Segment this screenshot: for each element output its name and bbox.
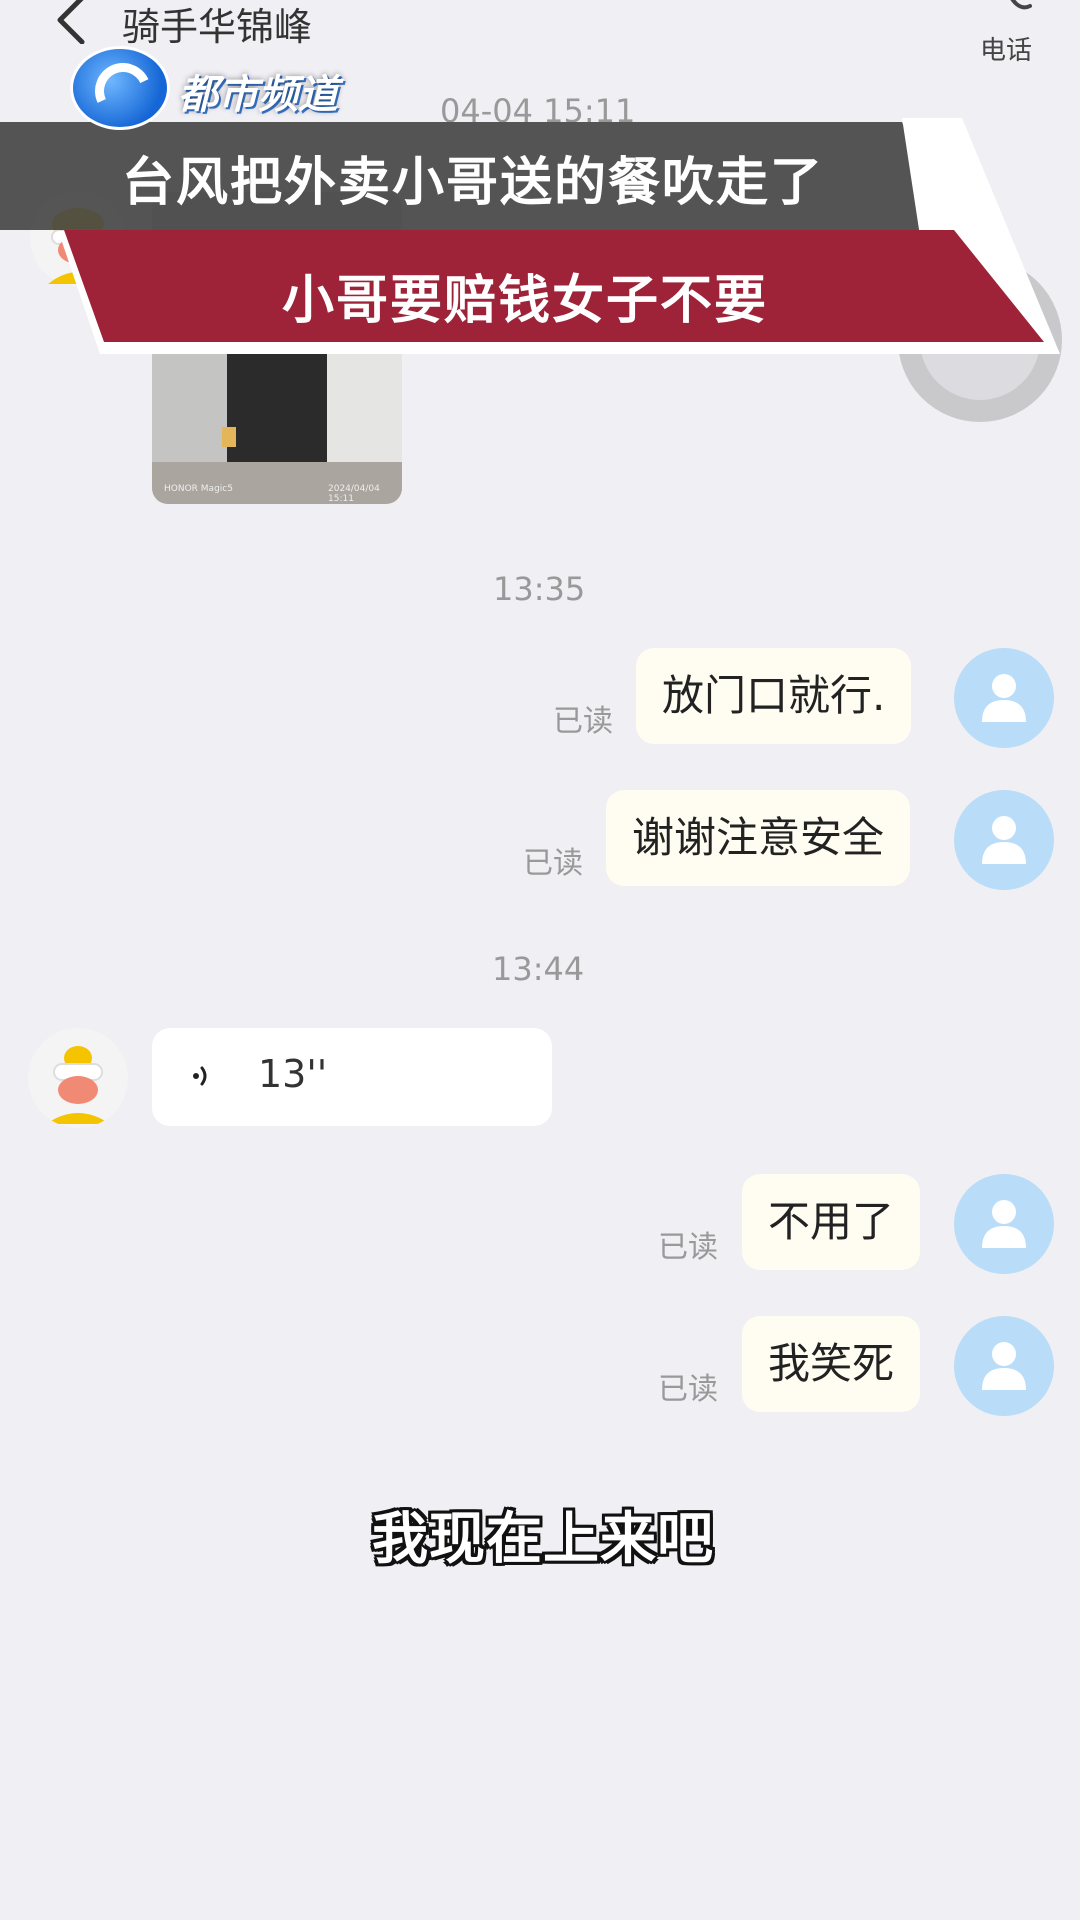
contact-name: 骑手华锦峰 — [122, 5, 313, 49]
person-icon — [982, 1342, 1026, 1390]
my-avatar[interactable] — [954, 1316, 1054, 1416]
voice-duration: 13'' — [258, 1052, 328, 1096]
video-subtitle: 我现在上来吧 — [372, 1507, 714, 1572]
photo-watermark-time: 2024/04/04 15:11 — [328, 484, 380, 504]
chevron-left-icon[interactable] — [52, 0, 92, 44]
photo-content — [327, 342, 402, 462]
person-icon — [982, 1200, 1026, 1248]
photo-content — [222, 427, 236, 447]
read-status: 已读 — [523, 846, 583, 881]
message-bubble[interactable]: 谢谢注意安全 — [606, 790, 911, 886]
my-avatar[interactable] — [954, 1174, 1054, 1274]
phone-button-label[interactable]: 电话 — [980, 30, 1032, 67]
photo-content — [227, 342, 327, 462]
read-status: 已读 — [658, 1230, 718, 1265]
voice-message[interactable]: 13'' — [152, 1028, 552, 1126]
contact-avatar[interactable] — [28, 1028, 128, 1128]
read-status: 已读 — [553, 704, 613, 739]
read-status: 已读 — [658, 1372, 718, 1407]
my-avatar[interactable] — [954, 790, 1054, 890]
person-icon — [982, 816, 1026, 864]
person-icon — [982, 674, 1026, 722]
headline-line-1: 台风把外卖小哥送的餐吹走了 — [122, 153, 825, 213]
channel-name: 都市频道 — [178, 72, 338, 118]
message-bubble[interactable]: 放门口就行. — [636, 648, 912, 744]
message-bubble[interactable]: 我笑死 — [742, 1316, 921, 1412]
chat-screen: 骑手华锦峰 电话 04-04 15:11 HONOR Magic5 2024/0… — [0, 0, 1080, 1920]
my-avatar[interactable] — [954, 648, 1054, 748]
headline-line-2: 小哥要赔钱女子不要 — [282, 271, 769, 331]
photo-watermark-brand: HONOR Magic5 — [164, 484, 233, 494]
timestamp: 13:44 — [492, 950, 585, 988]
voice-wave-icon — [193, 1066, 207, 1086]
timestamp: 13:35 — [493, 570, 586, 608]
phone-icon[interactable] — [1000, 0, 1036, 14]
photo-content — [152, 342, 227, 462]
channel-logo-icon — [70, 46, 170, 130]
message-bubble[interactable]: 不用了 — [742, 1174, 921, 1270]
